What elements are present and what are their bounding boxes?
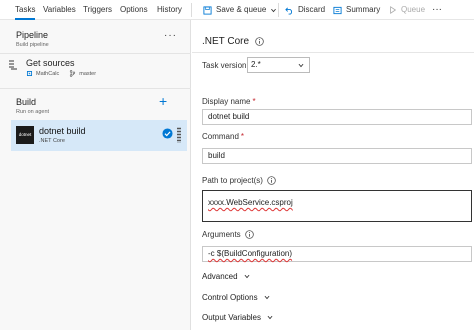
top-toolbar: Tasks Variables Triggers Options History… <box>0 0 474 20</box>
chevron-down-icon <box>244 274 250 279</box>
arguments-field[interactable]: -c $(BuildConfiguration) <box>202 246 472 262</box>
discard-label: Discard <box>298 5 326 14</box>
control-options-section-toggle[interactable]: Control Options <box>202 293 271 302</box>
summary-button[interactable]: Summary <box>333 0 380 20</box>
summary-icon <box>333 6 342 14</box>
tab-triggers[interactable]: Triggers <box>83 0 112 20</box>
task-version-label: Task version <box>202 61 246 70</box>
add-task-button[interactable]: + <box>159 94 167 108</box>
queue-label: Queue <box>401 5 426 14</box>
arguments-value: -c $(BuildConfiguration) <box>208 249 293 258</box>
path-label-text: Path to project(s) <box>202 176 263 185</box>
undo-icon <box>285 6 293 15</box>
details-header: .NET Core <box>202 36 264 47</box>
save-icon <box>203 5 212 15</box>
chevron-down-icon <box>264 295 270 300</box>
save-queue-label: Save & queue <box>216 5 267 14</box>
toolbar-divider <box>191 3 192 17</box>
discard-button[interactable]: Discard <box>285 0 325 20</box>
display-name-label: Display name * <box>202 97 256 106</box>
path-to-projects-field[interactable]: xxxx.WebService.csproj <box>202 190 472 222</box>
branch-icon <box>70 70 76 77</box>
task-details-pane: .NET Core Task version 2.* Display name … <box>192 20 474 330</box>
toolbar-divider <box>278 3 279 17</box>
display-name-value: dotnet build <box>208 112 250 121</box>
chevron-down-icon <box>298 63 304 68</box>
get-sources-title: Get sources <box>26 58 75 68</box>
task-subtitle: .NET Core <box>39 138 65 144</box>
queue-button[interactable]: Queue <box>389 0 425 20</box>
arguments-label-text: Arguments <box>202 230 241 239</box>
repo-name: MathCalc <box>36 70 60 77</box>
drag-handle-icon[interactable] <box>177 127 181 143</box>
phase-subtitle: Run on agent <box>16 109 50 115</box>
command-label: Command * <box>202 132 244 141</box>
advanced-label: Advanced <box>202 272 238 281</box>
details-title: .NET Core <box>202 36 250 47</box>
play-icon <box>390 6 397 14</box>
get-sources-meta: MathCalc master <box>26 70 100 77</box>
advanced-section-toggle[interactable]: Advanced <box>202 272 251 281</box>
chevron-down-icon <box>267 315 273 320</box>
more-actions-button[interactable]: ··· <box>432 0 442 20</box>
info-icon[interactable] <box>255 37 264 46</box>
info-icon[interactable] <box>244 230 254 239</box>
task-item-dotnet-build[interactable]: dotnet dotnet build .NET Core <box>11 120 187 151</box>
path-label: Path to project(s) <box>202 176 276 185</box>
tab-history[interactable]: History <box>157 0 182 20</box>
pipeline-more-button[interactable]: ··· <box>164 30 177 41</box>
pipeline-title: Pipeline <box>16 30 49 40</box>
command-value: build <box>208 151 225 160</box>
command-field[interactable]: build <box>202 148 472 164</box>
divider <box>192 52 474 53</box>
output-variables-section-toggle[interactable]: Output Variables <box>202 313 274 322</box>
pipeline-subtitle: Build pipeline <box>16 42 49 48</box>
tab-options[interactable]: Options <box>120 0 148 20</box>
dotnet-icon: dotnet <box>16 126 34 144</box>
control-options-label: Control Options <box>202 293 258 302</box>
task-title: dotnet build <box>39 126 86 136</box>
info-icon[interactable] <box>267 176 276 185</box>
summary-label: Summary <box>346 5 381 14</box>
display-name-label-text: Display name <box>202 97 251 106</box>
tab-variables[interactable]: Variables <box>43 0 76 20</box>
branch-name: master <box>79 70 97 77</box>
required-mark: * <box>240 132 245 141</box>
tab-tasks[interactable]: Tasks <box>15 0 36 20</box>
phase-title[interactable]: Build <box>16 97 36 107</box>
task-version-select[interactable]: 2.* <box>247 57 310 73</box>
task-version-value: 2.* <box>251 60 261 69</box>
path-value: xxxx.WebService.csproj <box>208 198 293 207</box>
chevron-down-icon <box>271 8 277 12</box>
get-sources-icon <box>9 60 17 70</box>
task-version-label-text: Task version <box>202 61 247 70</box>
divider <box>0 88 191 89</box>
check-circle-icon[interactable] <box>162 128 173 139</box>
required-mark: * <box>252 97 256 106</box>
display-name-field[interactable]: dotnet build <box>202 109 472 125</box>
save-queue-button[interactable]: Save & queue <box>203 0 281 20</box>
arguments-label: Arguments <box>202 230 254 239</box>
repo-icon <box>26 70 33 77</box>
pipeline-tasks-pane: Pipeline Build pipeline ··· Get sources … <box>0 20 191 330</box>
command-label-text: Command <box>202 132 239 141</box>
divider <box>0 53 191 54</box>
output-variables-label: Output Variables <box>202 313 261 322</box>
